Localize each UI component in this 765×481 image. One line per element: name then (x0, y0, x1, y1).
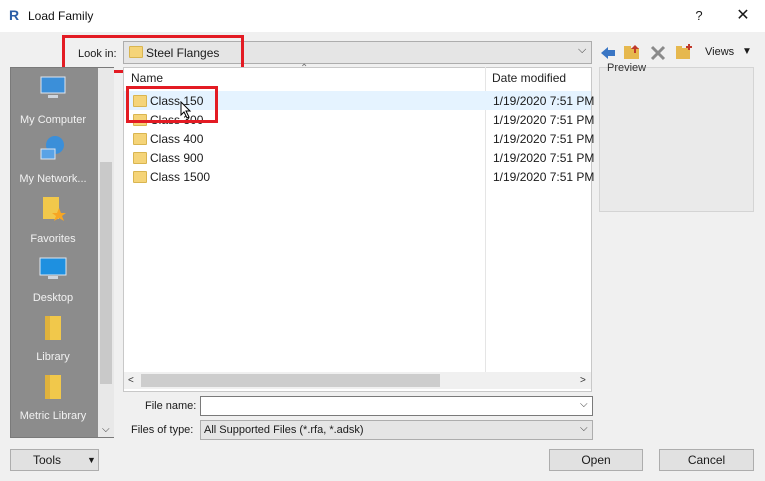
close-button[interactable]: ✕ (733, 6, 753, 26)
cancel-button[interactable]: Cancel (659, 449, 754, 471)
chevron-down-icon[interactable]: ⌵ (580, 399, 588, 410)
up-folder-icon[interactable] (623, 43, 641, 61)
file-name-input[interactable] (200, 396, 593, 416)
favorites-icon[interactable] (38, 194, 68, 224)
column-header-date[interactable]: Date modified (492, 71, 566, 85)
places-scroll-down-icon[interactable]: ⌵ (102, 424, 110, 435)
preview-label: Preview (607, 62, 647, 74)
library-icon[interactable] (38, 313, 68, 343)
caret-down-icon: ▼ (87, 455, 96, 465)
mouse-cursor-icon (180, 101, 192, 119)
scroll-left-icon[interactable]: < (128, 375, 134, 386)
folder-icon (133, 171, 147, 183)
open-button[interactable]: Open (549, 449, 643, 471)
place-label[interactable]: My Computer (9, 114, 97, 126)
file-date: 1/19/2020 7:51 PM (493, 170, 595, 184)
file-name[interactable]: Class 1500 (150, 170, 210, 184)
revit-app-icon: R (9, 7, 20, 23)
file-date: 1/19/2020 7:51 PM (493, 113, 595, 127)
chevron-down-icon[interactable]: ⌵ (580, 423, 588, 434)
horizontal-scroll-thumb[interactable] (141, 374, 440, 387)
computer-icon[interactable] (38, 73, 68, 103)
column-header-name[interactable]: Name (131, 71, 163, 85)
file-name-label: File name: (145, 400, 197, 412)
highlight-class-150 (126, 86, 218, 123)
metric-library-icon[interactable] (38, 372, 68, 402)
file-date: 1/19/2020 7:51 PM (493, 94, 595, 108)
place-label[interactable]: Metric Library (9, 410, 97, 422)
window-title: Load Family (28, 9, 94, 23)
file-date: 1/19/2020 7:51 PM (493, 151, 595, 165)
places-scroll-thumb[interactable] (100, 162, 112, 384)
place-label[interactable]: My Network... (9, 173, 97, 185)
back-arrow-icon[interactable] (599, 44, 617, 62)
scroll-right-icon[interactable]: > (580, 375, 586, 386)
views-caret-icon[interactable]: ▼ (742, 46, 752, 57)
tools-button[interactable]: Tools ▼ (10, 449, 99, 471)
new-folder-icon[interactable] (675, 43, 693, 61)
views-button[interactable]: Views (705, 46, 734, 58)
file-name[interactable]: Class 400 (150, 132, 203, 146)
file-date: 1/19/2020 7:51 PM (493, 132, 595, 146)
file-name[interactable]: Class 900 (150, 151, 203, 165)
folder-icon (133, 133, 147, 145)
files-of-type-label: Files of type: (131, 424, 194, 436)
delete-icon[interactable] (649, 44, 667, 62)
preview-pane (599, 67, 754, 212)
title-bar (0, 0, 765, 32)
tools-label: Tools (33, 453, 62, 467)
place-label[interactable]: Desktop (9, 292, 97, 304)
place-label[interactable]: Favorites (9, 233, 97, 245)
folder-icon (133, 152, 147, 164)
help-button[interactable]: ? (691, 8, 707, 24)
network-icon[interactable] (38, 133, 68, 163)
chevron-down-icon[interactable]: ⌵ (578, 44, 586, 57)
sort-ascending-icon: ⌃ (300, 63, 309, 74)
place-label[interactable]: Library (9, 351, 97, 363)
files-of-type-value: All Supported Files (*.rfa, *.adsk) (204, 424, 364, 436)
desktop-icon[interactable] (38, 254, 68, 284)
